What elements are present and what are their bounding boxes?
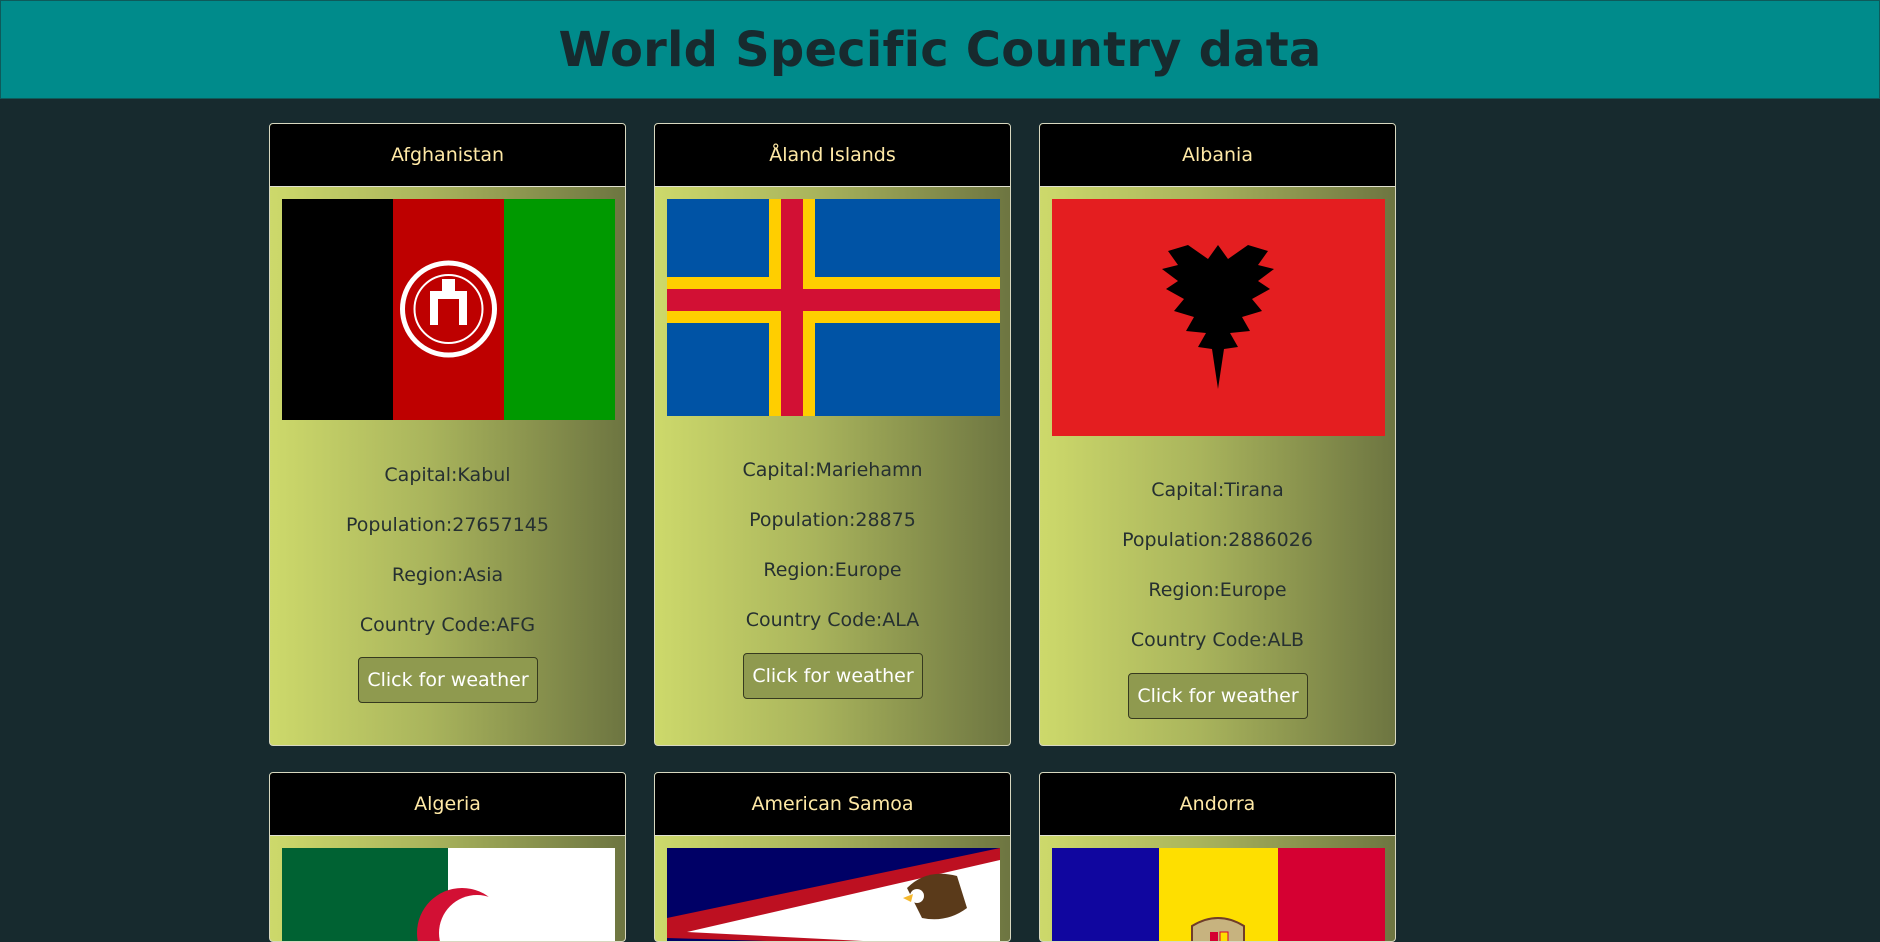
- algeria-flag-icon: [282, 848, 615, 941]
- weather-button[interactable]: Click for weather: [743, 653, 923, 699]
- population-text: Population:28875: [749, 509, 916, 531]
- country-card-algeria: Algeria: [269, 772, 626, 942]
- country-card-american-samoa: American Samoa: [654, 772, 1011, 942]
- population-text: Population:27657145: [346, 514, 549, 536]
- capital-text: Capital:Mariehamn: [742, 459, 923, 481]
- card-title: Afghanistan: [270, 124, 625, 187]
- weather-button[interactable]: Click for weather: [1128, 673, 1308, 719]
- country-card-andorra: Andorra: [1039, 772, 1396, 942]
- country-card-afghanistan: Afghanistan Capital:Kabul Population:276…: [269, 123, 626, 746]
- country-code-text: Country Code:ALB: [1130, 629, 1305, 651]
- card-title: Algeria: [270, 773, 625, 836]
- country-info: Capital:Kabul Population:27657145 Region…: [270, 450, 625, 650]
- region-text: Region:Europe: [1148, 579, 1287, 601]
- card-title: Albania: [1040, 124, 1395, 187]
- albania-flag-icon: [1052, 199, 1385, 436]
- american-samoa-flag-icon: [667, 848, 1000, 941]
- page-header: World Specific Country data: [0, 0, 1880, 99]
- region-text: Region:Asia: [391, 564, 504, 586]
- country-card-albania: Albania Capital:Tirana Population:288602…: [1039, 123, 1396, 746]
- country-code-text: Country Code:AFG: [359, 614, 536, 636]
- capital-text: Capital:Tirana: [1151, 479, 1284, 501]
- andorra-flag-icon: [1052, 848, 1385, 941]
- country-info: Capital:Tirana Population:2886026 Region…: [1040, 465, 1395, 665]
- card-title: American Samoa: [655, 773, 1010, 836]
- card-title: Åland Islands: [655, 124, 1010, 187]
- afghanistan-flag-icon: [282, 199, 615, 420]
- country-code-text: Country Code:ALA: [745, 609, 920, 631]
- capital-text: Capital:Kabul: [384, 464, 511, 486]
- card-title: Andorra: [1040, 773, 1395, 836]
- page-title: World Specific Country data: [558, 21, 1322, 78]
- weather-button[interactable]: Click for weather: [358, 657, 538, 703]
- country-info: Capital:Mariehamn Population:28875 Regio…: [655, 445, 1010, 645]
- aland-flag-icon: [667, 199, 1000, 416]
- region-text: Region:Europe: [763, 559, 902, 581]
- country-card-aland-islands: Åland Islands Capital:Mariehamn Populati…: [654, 123, 1011, 746]
- population-text: Population:2886026: [1122, 529, 1313, 551]
